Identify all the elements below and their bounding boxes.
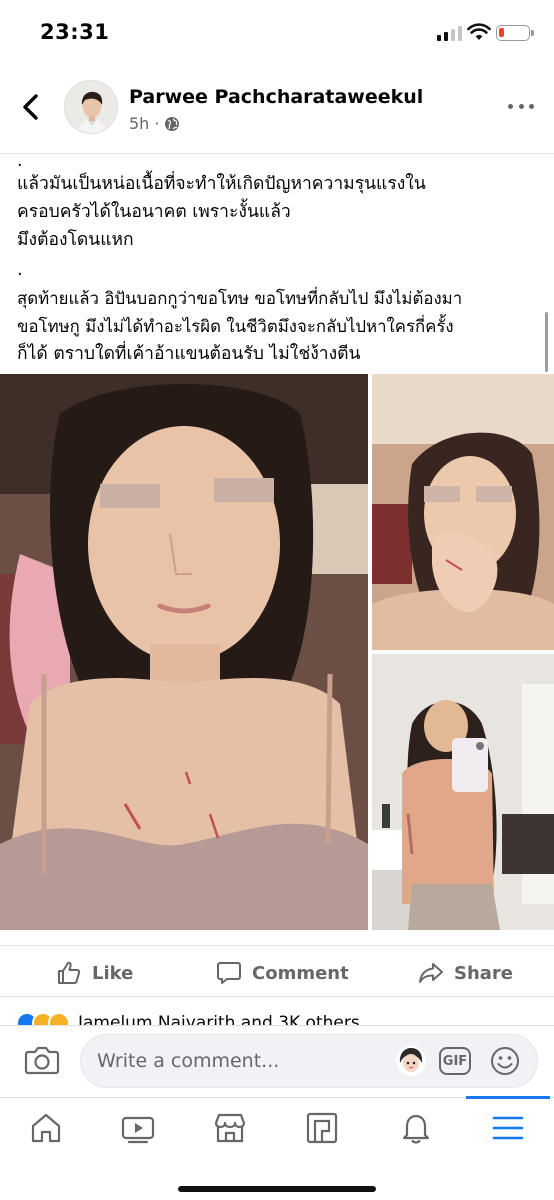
thumbs-up-icon xyxy=(58,961,81,984)
comment-label: Comment xyxy=(252,962,349,984)
emoji-icon[interactable] xyxy=(489,1045,521,1077)
nav-home[interactable] xyxy=(21,1108,71,1148)
share-icon xyxy=(419,963,443,983)
comment-composer: Write a comment... GIF xyxy=(0,1025,554,1097)
scrollbar[interactable] xyxy=(545,312,548,372)
post-photo-main[interactable] xyxy=(0,374,368,930)
more-options-icon[interactable] xyxy=(508,104,534,112)
post-actions: Like Comment Share xyxy=(0,945,554,997)
comment-button[interactable]: Comment xyxy=(216,960,349,986)
status-time: 23:31 xyxy=(40,20,110,44)
nav-watch[interactable] xyxy=(113,1108,163,1148)
meta-separator: · xyxy=(154,114,160,133)
author-avatar[interactable] xyxy=(64,80,118,134)
home-indicator[interactable] xyxy=(178,1186,376,1192)
share-label: Share xyxy=(454,962,514,984)
post-time[interactable]: 5h xyxy=(129,114,149,133)
nav-marketplace[interactable] xyxy=(205,1108,255,1148)
comment-input[interactable]: Write a comment... GIF xyxy=(80,1034,538,1088)
nav-notifications[interactable] xyxy=(391,1108,441,1148)
menu-icon xyxy=(492,1116,524,1140)
comment-icon xyxy=(217,962,241,984)
wifi-icon xyxy=(467,23,491,40)
avatar-sticker-icon[interactable] xyxy=(395,1045,427,1077)
post-text-line: . xyxy=(17,151,23,171)
post-photo-bottom-right[interactable] xyxy=(372,654,554,930)
camera-icon[interactable] xyxy=(24,1044,60,1076)
post-meta: 5h · xyxy=(129,114,180,133)
notifications-icon xyxy=(402,1114,430,1144)
post-text-line: มึงต้องโดนแหก xyxy=(17,230,134,250)
active-tab-indicator xyxy=(466,1096,550,1099)
comment-placeholder: Write a comment... xyxy=(97,1050,280,1072)
post-body: . แล้วมันเป็นหน่อเนื้อที่จะทำให้เกิดปัญห… xyxy=(17,151,537,368)
post-text-line: ครอบครัวได้ในอนาคต เพราะงั้นแล้ว xyxy=(17,202,291,222)
like-label: Like xyxy=(92,962,134,984)
gif-button[interactable]: GIF xyxy=(439,1047,471,1075)
post-text-line: แล้วมันเป็นหน่อเนื้อที่จะทำให้เกิดปัญหาค… xyxy=(17,174,426,194)
cellular-signal-icon xyxy=(437,25,463,41)
nav-pages[interactable] xyxy=(297,1108,347,1148)
author-name[interactable]: Parwee Pachcharataweekul xyxy=(129,86,423,108)
nav-menu[interactable] xyxy=(483,1108,533,1148)
bottom-nav xyxy=(0,1096,554,1200)
marketplace-icon xyxy=(214,1113,246,1143)
home-icon xyxy=(31,1113,61,1143)
post-text-line: . xyxy=(17,260,23,280)
share-button[interactable]: Share xyxy=(418,960,513,986)
globe-icon xyxy=(165,116,180,131)
post-photo-top-right[interactable] xyxy=(372,374,554,650)
post-text-line: ขอโทษกู มึงไม่ได้ทำอะไรผิด ในชีวิตมึงจะก… xyxy=(17,316,454,336)
battery-icon xyxy=(496,25,534,41)
post-text-line: สุดท้ายแล้ว อิปันบอกกูว่าขอโทษ ขอโทษที่ก… xyxy=(17,288,463,308)
back-icon[interactable] xyxy=(16,92,46,122)
like-button[interactable]: Like xyxy=(56,960,133,986)
post-header: Parwee Pachcharataweekul 5h · xyxy=(0,64,554,154)
pages-icon xyxy=(306,1112,338,1144)
status-bar: 23:31 xyxy=(0,0,554,64)
watch-icon xyxy=(121,1116,155,1144)
post-text-line: ก็ได้ ตราบใดที่เค้าอ้าแขนต้อนรับ ไม่ใช่ง… xyxy=(17,344,361,364)
